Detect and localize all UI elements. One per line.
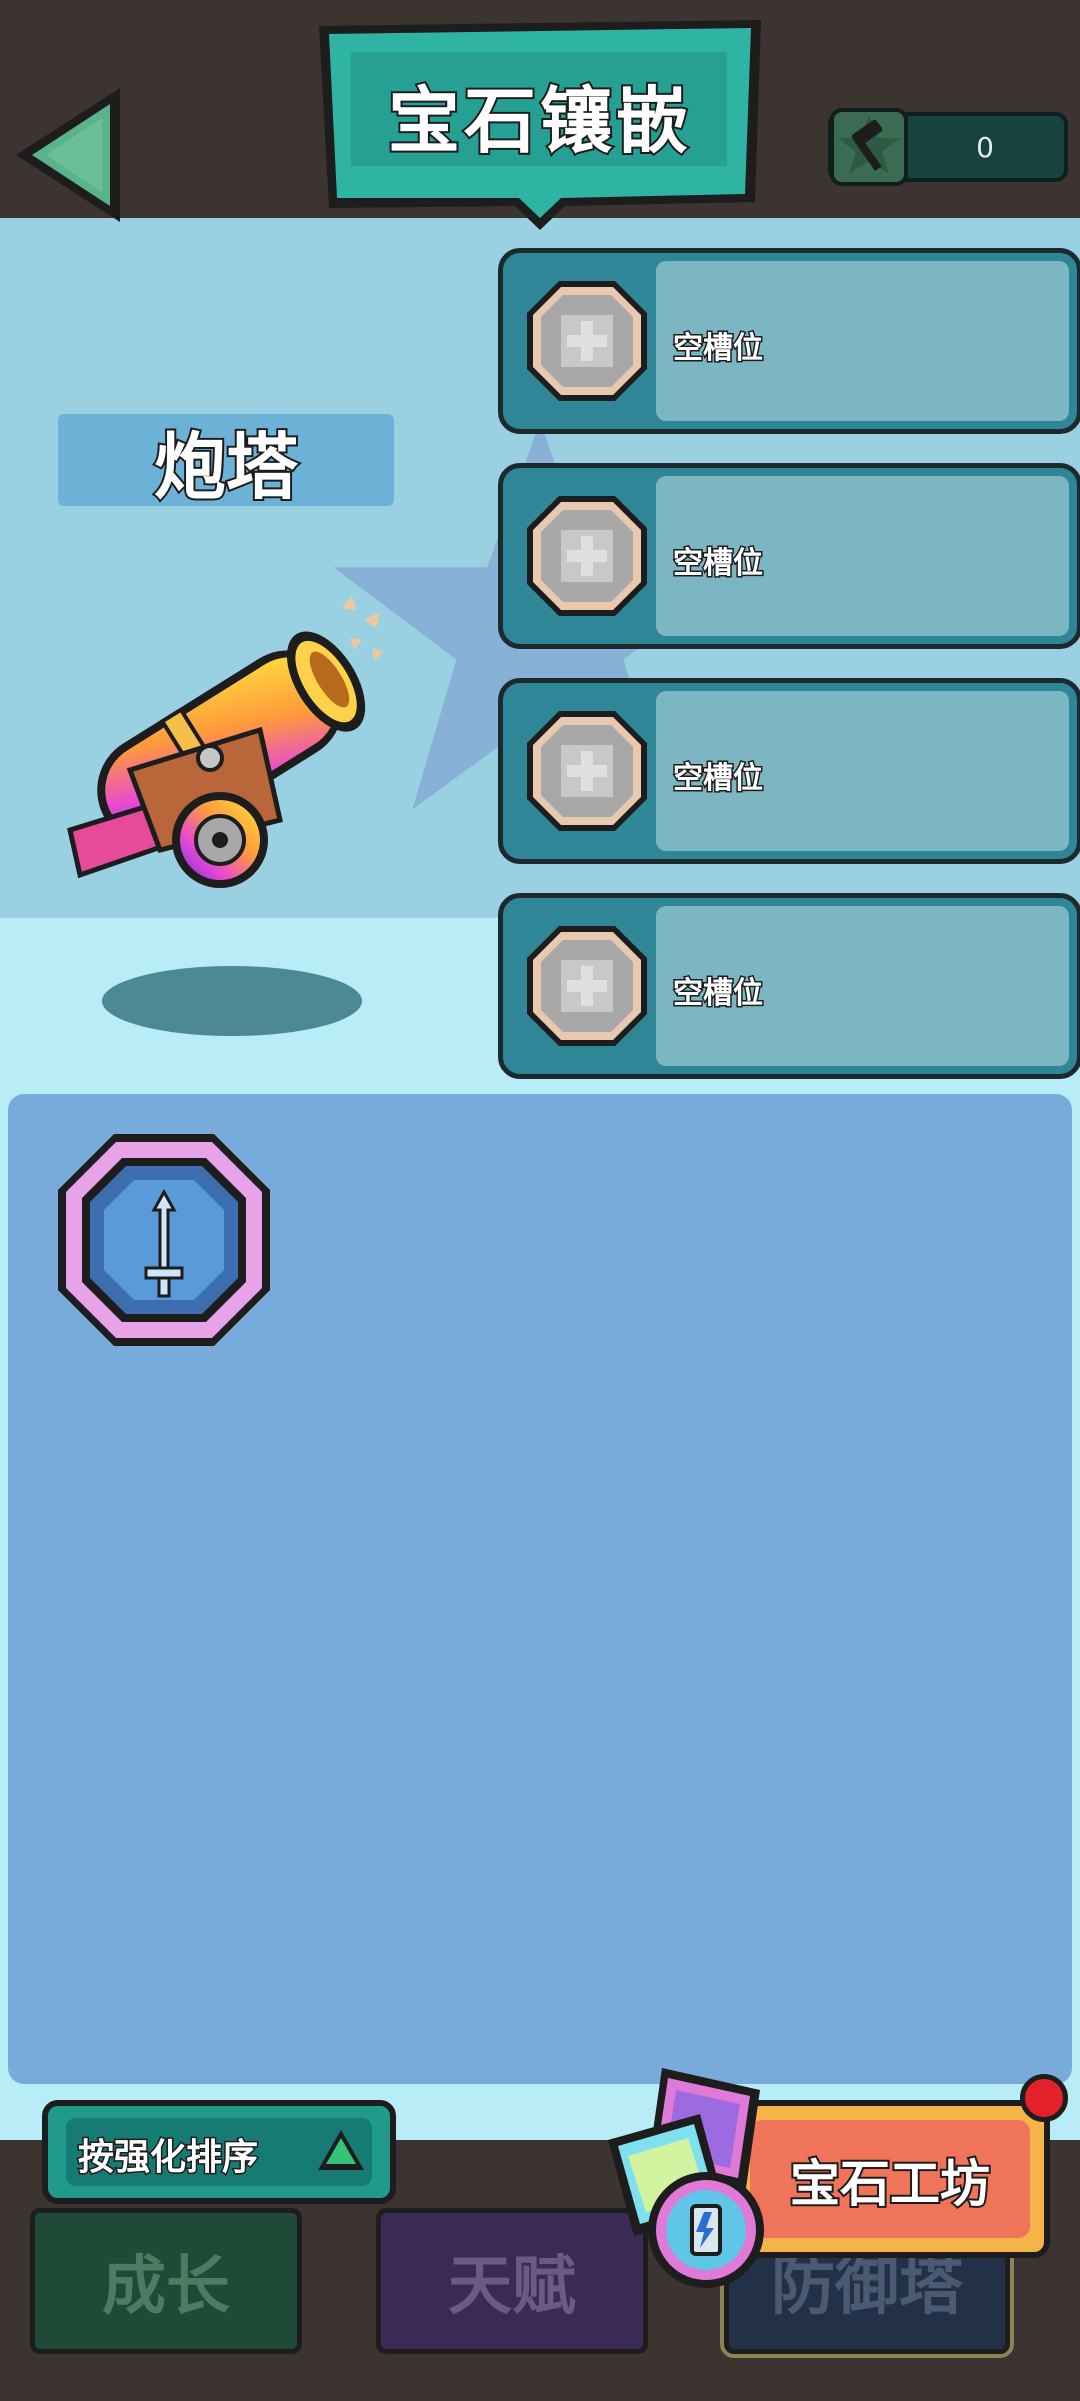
empty-slot-plus-icon <box>527 711 647 831</box>
page-title: 宝石镶嵌 <box>386 77 692 165</box>
slot-label: 空槽位 <box>672 330 765 368</box>
gem-item-sword-icon[interactable] <box>54 1130 274 1350</box>
slot-label: 空槽位 <box>672 760 765 798</box>
empty-slot-plus-icon <box>527 281 647 401</box>
slot-label: 空槽位 <box>672 975 765 1013</box>
gem-slot-3[interactable]: 空槽位 <box>498 678 1080 864</box>
hammer-icon <box>838 116 900 174</box>
gem-slot-4[interactable]: 空槽位 <box>498 893 1080 1079</box>
cannon-tower-icon <box>67 596 384 888</box>
tower-name: 炮塔 <box>58 414 394 511</box>
hammer-icon-frame <box>830 108 908 186</box>
empty-slot-plus-icon <box>527 496 647 616</box>
notification-badge <box>1020 2074 1068 2122</box>
gem-slot-2[interactable]: 空槽位 <box>498 463 1080 649</box>
gem-workshop-icon <box>608 2068 764 2288</box>
sort-button-label: 按强化排序 <box>77 2136 260 2180</box>
sort-up-arrow-icon <box>318 2130 364 2170</box>
tab-growth[interactable]: 成长 <box>30 2208 302 2354</box>
gem-workshop-label: 宝石工坊 <box>788 2153 992 2215</box>
hammer-count: 0 <box>976 130 994 164</box>
slot-label: 空槽位 <box>672 545 765 583</box>
gem-slot-1[interactable]: 空槽位 <box>498 248 1080 434</box>
back-arrow-icon[interactable] <box>10 80 128 230</box>
empty-slot-plus-icon <box>527 926 647 1046</box>
cannon-shadow <box>102 966 362 1036</box>
